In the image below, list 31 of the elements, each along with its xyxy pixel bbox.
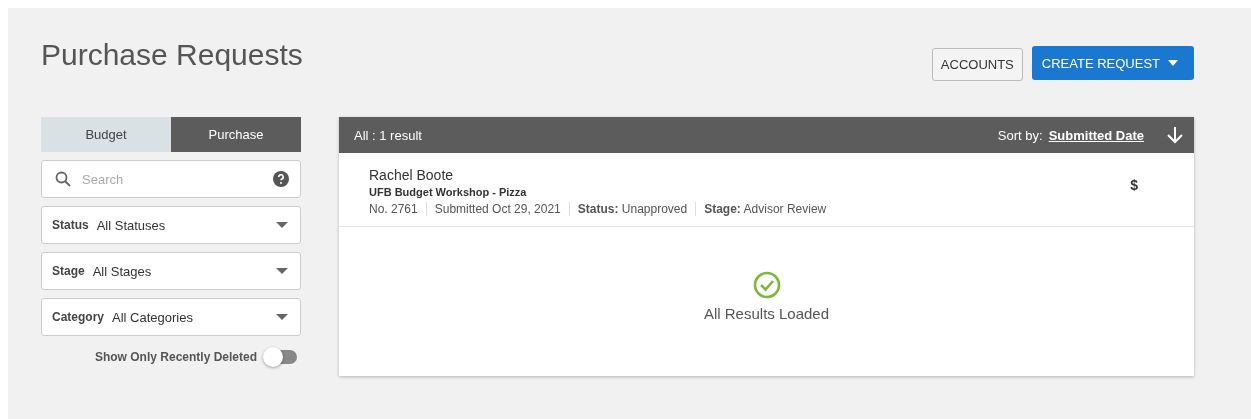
tab[interactable]: Budget [41,117,171,152]
request-detail: Stage: Advisor Review [695,202,835,216]
help-icon[interactable] [273,171,289,187]
toggle-label: Show Only Recently Deleted [94,350,257,364]
search-field[interactable]: Search [41,160,301,198]
sort-label: Sort by: [997,127,1043,143]
caret-icon [276,222,288,228]
page-title: Purchase Requests [41,38,303,72]
status-message: All Results Loaded [703,305,830,322]
tab[interactable]: Purchase [171,117,301,152]
filter-dropdown[interactable]: Stage All Stages [41,252,301,290]
caret-icon [1168,60,1178,66]
caret-icon [276,314,288,320]
requester-name: Rachel Boote [369,167,455,183]
request-detail: Submitted Oct 29, 2021 [425,202,569,216]
request-title: UFB Budget Workshop - Pizza [369,186,528,198]
amount: $ [1130,177,1138,195]
request-detail: Status: Unapproved [568,202,696,216]
caret-icon [276,268,288,274]
create-request-button[interactable]: CREATE REQUEST [1031,46,1194,80]
filter-dropdown[interactable]: Status All Statuses [41,206,301,244]
accounts-button[interactable]: ACCOUNTS [931,48,1023,81]
filter-dropdown[interactable]: Category All Categories [41,298,301,336]
toggle-switch[interactable] [265,350,297,364]
request-detail: No. 2761 [369,202,419,216]
check-circle-icon [752,271,781,299]
request-item[interactable]: Rachel Boote UFB Budget Workshop - Pizza No. 2761 Submitted Oct 29, 2021 Status: Unapproved Stage: Advisor Review $ [339,153,1194,227]
search-icon [55,171,71,187]
sort-link[interactable]: Submitted Date [1048,127,1144,143]
down-arrow-icon[interactable] [1166,126,1184,144]
result-count: All : 1 result [354,127,423,143]
